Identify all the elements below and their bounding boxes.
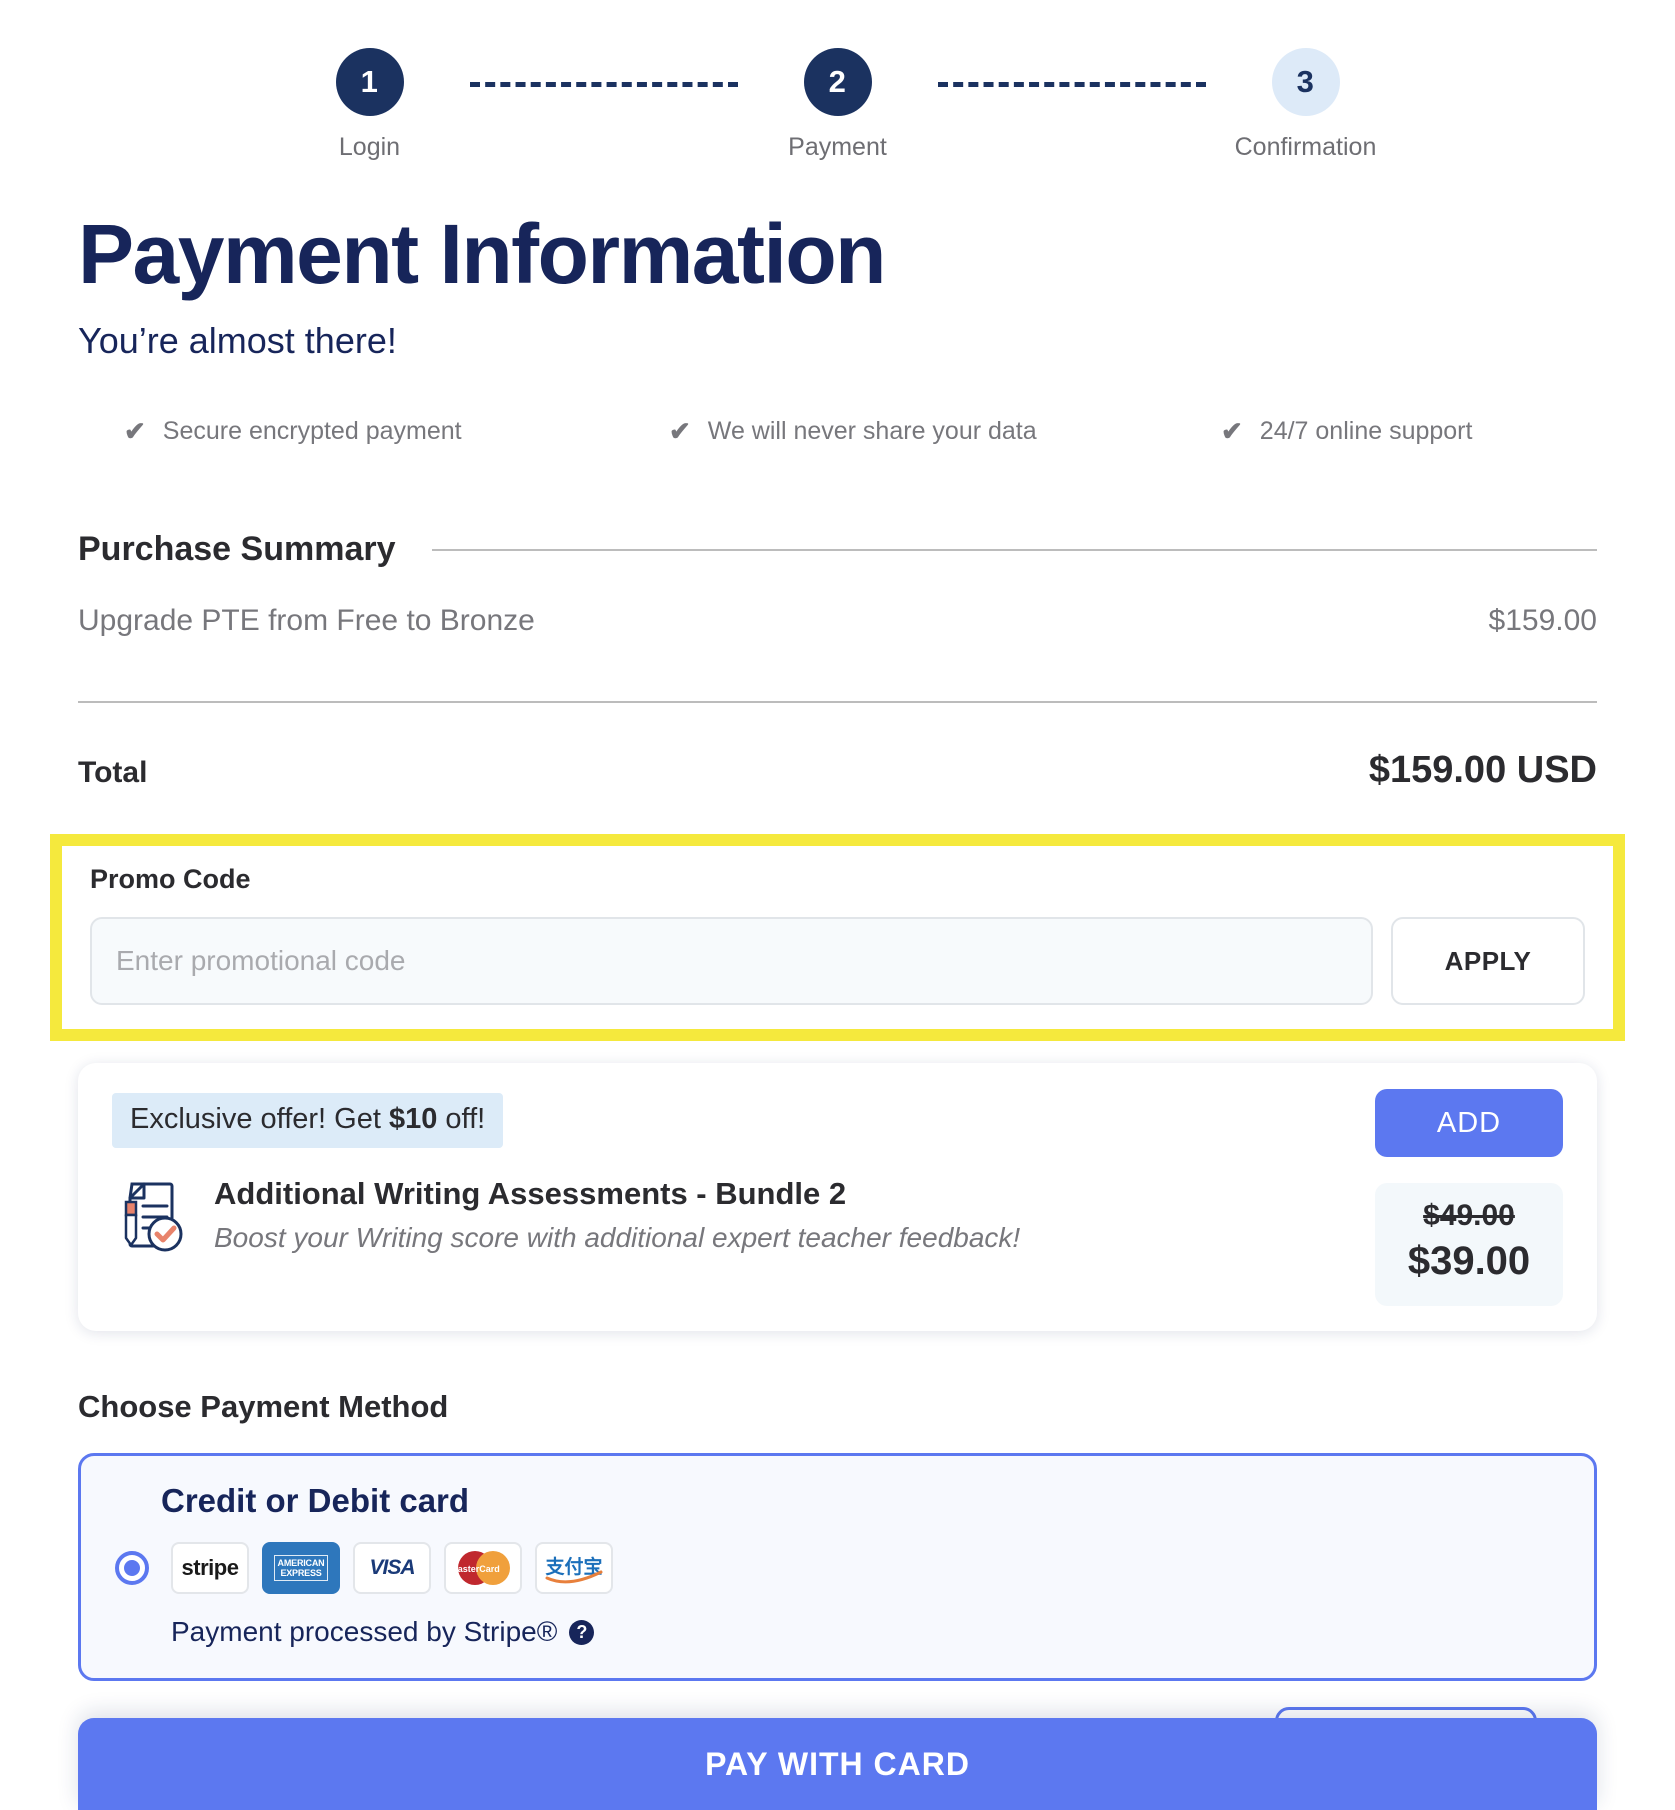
step-payment-label: Payment bbox=[788, 133, 887, 161]
mastercard-logo: MasterCard bbox=[444, 1542, 522, 1595]
step-confirmation-label: Confirmation bbox=[1234, 133, 1377, 161]
offer-name: Additional Writing Assessments - Bundle … bbox=[214, 1176, 847, 1212]
offer-body: Additional Writing Assessments - Bundle … bbox=[112, 1176, 1563, 1254]
step-confirmation[interactable]: 3 Confirmation bbox=[1206, 48, 1406, 162]
purchase-summary-header: Purchase Summary bbox=[78, 530, 1597, 569]
question-mark-icon[interactable]: ? bbox=[569, 1619, 595, 1645]
checkout-stepper: 1 Login 2 Payment 3 Confirmation bbox=[0, 0, 1675, 162]
promo-code-input[interactable] bbox=[90, 917, 1373, 1006]
card-logos: stripe AMERICANEXPRESS VISA MasterCard bbox=[171, 1542, 613, 1595]
payment-method-name: Credit or Debit card bbox=[161, 1482, 470, 1520]
page-title: Payment Information bbox=[78, 207, 886, 301]
radio-credit-card[interactable] bbox=[115, 1551, 149, 1586]
offer-price-box: $49.00 $39.00 bbox=[1375, 1183, 1563, 1307]
step-payment-circle: 2 bbox=[803, 48, 872, 116]
step-login-label: Login bbox=[338, 133, 401, 161]
promo-code-controls: APPLY bbox=[90, 917, 1585, 1006]
stripe-processor-note: Payment processed by Stripe® ? bbox=[171, 1616, 1560, 1648]
offer-badge: Exclusive offer! Get $10 off! bbox=[112, 1093, 504, 1149]
apply-promo-button[interactable]: APPLY bbox=[1391, 917, 1585, 1006]
check-icon: ✔ bbox=[124, 416, 146, 447]
svg-text:MasterCard: MasterCard bbox=[450, 1564, 500, 1574]
promo-code-label: Promo Code bbox=[90, 864, 251, 895]
summary-line-item-description: Upgrade PTE from Free to Bronze bbox=[78, 604, 535, 638]
payment-method-credit-card[interactable]: Credit or Debit card stripe AMERICAN EXPR… bbox=[78, 1453, 1597, 1682]
total-amount: $159.00 USD bbox=[1368, 749, 1597, 792]
step-connector-1 bbox=[469, 82, 738, 87]
step-login-circle: 1 bbox=[335, 48, 404, 116]
offer-original-price: $49.00 bbox=[1423, 1199, 1515, 1233]
alipay-logo: 支付宝 bbox=[535, 1542, 613, 1595]
visa-logo: VISA bbox=[353, 1542, 431, 1595]
step-connector-2 bbox=[937, 82, 1206, 87]
trust-badges: ✔ Secure encrypted payment ✔ We will nev… bbox=[78, 416, 1597, 447]
radio-dot-icon bbox=[124, 1560, 140, 1577]
payment-page: 1 Login 2 Payment 3 Confirmation Payment… bbox=[0, 0, 1675, 1810]
offer-badge-amount: $10 bbox=[388, 1103, 438, 1136]
summary-divider bbox=[431, 548, 1597, 551]
upsell-offer-card: Exclusive offer! Get $10 off! Additional… bbox=[78, 1063, 1597, 1332]
american-express-logo: AMERICAN EXPRESS bbox=[262, 1542, 340, 1595]
page-subtitle: You’re almost there! bbox=[78, 320, 397, 362]
offer-discounted-price: $39.00 bbox=[1407, 1239, 1531, 1284]
offer-text: Additional Writing Assessments - Bundle … bbox=[214, 1176, 1020, 1254]
add-offer-button[interactable]: ADD bbox=[1375, 1089, 1563, 1158]
total-row: Total $159.00 USD bbox=[78, 749, 1597, 792]
offer-badge-suffix: off! bbox=[437, 1103, 486, 1136]
stripe-processor-text: Payment processed by Stripe® bbox=[171, 1616, 558, 1648]
trust-badge-support-label: 24/7 online support bbox=[1259, 417, 1473, 446]
choose-payment-method-title: Choose Payment Method bbox=[78, 1389, 449, 1425]
trust-badge-secure: ✔ Secure encrypted payment bbox=[124, 416, 669, 447]
step-payment[interactable]: 2 Payment bbox=[738, 48, 938, 162]
step-login[interactable]: 1 Login bbox=[270, 48, 470, 162]
summary-line-item: Upgrade PTE from Free to Bronze $159.00 bbox=[78, 604, 1597, 638]
summary-line-item-amount: $159.00 bbox=[1488, 604, 1597, 638]
trust-badge-privacy: ✔ We will never share your data bbox=[669, 416, 1221, 447]
stripe-logo: stripe bbox=[171, 1542, 249, 1595]
trust-badge-privacy-label: We will never share your data bbox=[707, 417, 1037, 446]
document-assessment-icon bbox=[112, 1178, 188, 1254]
trust-badge-support: ✔ 24/7 online support bbox=[1221, 416, 1472, 447]
payment-method-row: stripe AMERICANEXPRESS VISA MasterCard bbox=[115, 1542, 1560, 1595]
offer-description: Boost your Writing score with additional… bbox=[214, 1222, 1021, 1254]
total-label: Total bbox=[78, 756, 148, 790]
purchase-summary-title: Purchase Summary bbox=[78, 530, 396, 569]
pay-bar: PAY WITH CARD bbox=[0, 1718, 1675, 1810]
offer-actions: ADD $49.00 $39.00 bbox=[1375, 1089, 1563, 1307]
promo-code-section: Promo Code APPLY bbox=[50, 834, 1625, 1042]
offer-badge-prefix: Exclusive offer! Get bbox=[130, 1103, 389, 1136]
pay-with-card-button[interactable]: PAY WITH CARD bbox=[78, 1718, 1597, 1810]
check-icon: ✔ bbox=[1221, 416, 1243, 447]
step-confirmation-circle: 3 bbox=[1271, 48, 1340, 116]
check-icon: ✔ bbox=[669, 416, 691, 447]
trust-badge-secure-label: Secure encrypted payment bbox=[162, 417, 462, 446]
summary-bottom-divider bbox=[78, 701, 1597, 704]
